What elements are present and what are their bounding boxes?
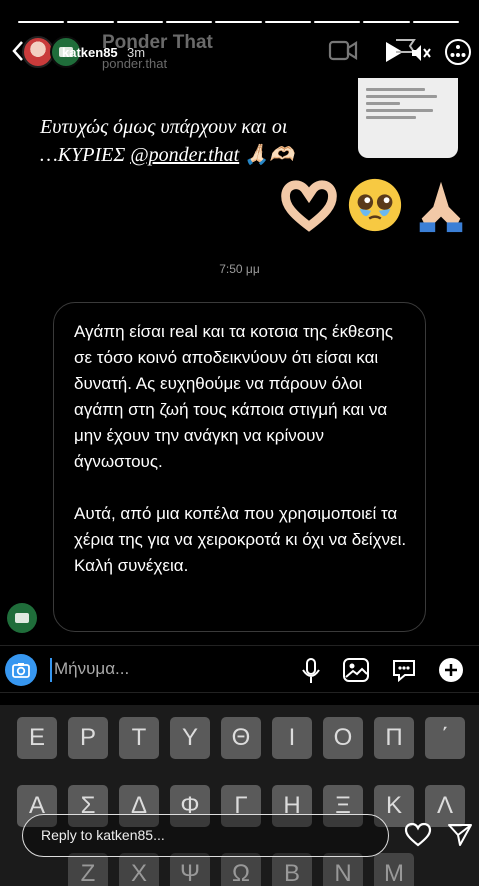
progress-segment xyxy=(313,21,361,23)
pleading-face-emoji-icon xyxy=(348,178,402,232)
key[interactable]: Ρ xyxy=(68,717,108,759)
progress-segment xyxy=(363,21,410,23)
key[interactable]: Τ xyxy=(119,717,159,759)
progress-segment xyxy=(215,21,262,23)
send-icon[interactable] xyxy=(447,822,473,848)
story-time: 3m xyxy=(127,45,146,60)
chat-title: Ponder That xyxy=(102,32,213,53)
caption-line-1: Ευτυχώς όμως υπάρχουν και οι xyxy=(40,116,288,138)
progress-segment xyxy=(18,21,65,23)
like-heart-icon[interactable] xyxy=(404,822,432,848)
message-paragraph: Αγάπη είσαι real και τα κοτσια της έκθεσ… xyxy=(74,322,394,471)
key[interactable]: ΄ xyxy=(425,717,465,759)
key[interactable]: Ο xyxy=(323,717,363,759)
key[interactable]: Ζ xyxy=(68,853,108,886)
camera-icon xyxy=(12,663,30,678)
gallery-icon[interactable] xyxy=(343,658,369,682)
more-options-icon[interactable] xyxy=(444,38,472,66)
keyboard: Ε Ρ Τ Υ Θ Ι Ο Π ΄ ΑΣΔΦΓΗΞΚΛ ΖΧΨΩΒΝΜ xyxy=(0,705,479,886)
reply-input[interactable]: Reply to katken85... xyxy=(22,814,389,857)
mute-icon[interactable] xyxy=(410,42,432,64)
progress-segment xyxy=(165,21,213,23)
key[interactable]: Λ xyxy=(425,785,465,827)
key[interactable]: Χ xyxy=(119,853,159,886)
key[interactable]: Β xyxy=(272,853,312,886)
message-bubble[interactable]: Αγάπη είσαι real και τα κοτσια της έκθεσ… xyxy=(53,302,426,632)
message-input[interactable]: Μήνυμα... xyxy=(50,658,129,682)
key[interactable]: Ι xyxy=(272,717,312,759)
shared-screenshot-preview xyxy=(358,78,458,158)
folded-hands-emoji-icon xyxy=(419,181,463,233)
plus-icon[interactable] xyxy=(438,657,464,683)
heart-hands-emoji-icon xyxy=(281,180,337,232)
sticker-icon[interactable] xyxy=(391,658,417,682)
message-paragraph: Αυτά, από μια κοπέλα που χρησιμοποιεί τα… xyxy=(74,504,407,575)
story-username[interactable]: katken85 xyxy=(62,45,118,60)
key[interactable]: Υ xyxy=(170,717,210,759)
key[interactable]: Ε xyxy=(17,717,57,759)
story-caption: Ευτυχώς όμως υπάρχουν και οι …ΚΥΡΙΕΣ @po… xyxy=(40,113,340,169)
progress-segment xyxy=(116,21,163,23)
key[interactable]: Μ xyxy=(374,853,414,886)
key[interactable]: Ψ xyxy=(170,853,210,886)
message-timestamp: 7:50 μμ xyxy=(219,262,260,276)
caption-emojis: 🙏🏻🫶🏻 xyxy=(244,144,295,166)
message-composer: Μήνυμα... xyxy=(0,645,479,693)
story-header: Ponder That ponder.that katken85 3m xyxy=(0,32,479,72)
key[interactable]: Θ xyxy=(221,717,261,759)
key[interactable]: Π xyxy=(374,717,414,759)
emoji-row xyxy=(280,176,470,234)
microphone-icon[interactable] xyxy=(301,658,321,684)
story-progress-bar xyxy=(18,21,459,23)
progress-segment xyxy=(412,21,459,23)
mention-link[interactable]: @ponder.that xyxy=(130,144,239,166)
progress-segment xyxy=(264,21,311,23)
caption-line-2: …ΚΥΡΙΕΣ xyxy=(40,144,131,166)
progress-segment xyxy=(67,21,114,23)
camera-button[interactable] xyxy=(5,654,37,686)
sender-avatar[interactable] xyxy=(7,603,37,633)
video-call-icon xyxy=(328,40,358,61)
key[interactable]: Ν xyxy=(323,853,363,886)
key[interactable]: Ω xyxy=(221,853,261,886)
